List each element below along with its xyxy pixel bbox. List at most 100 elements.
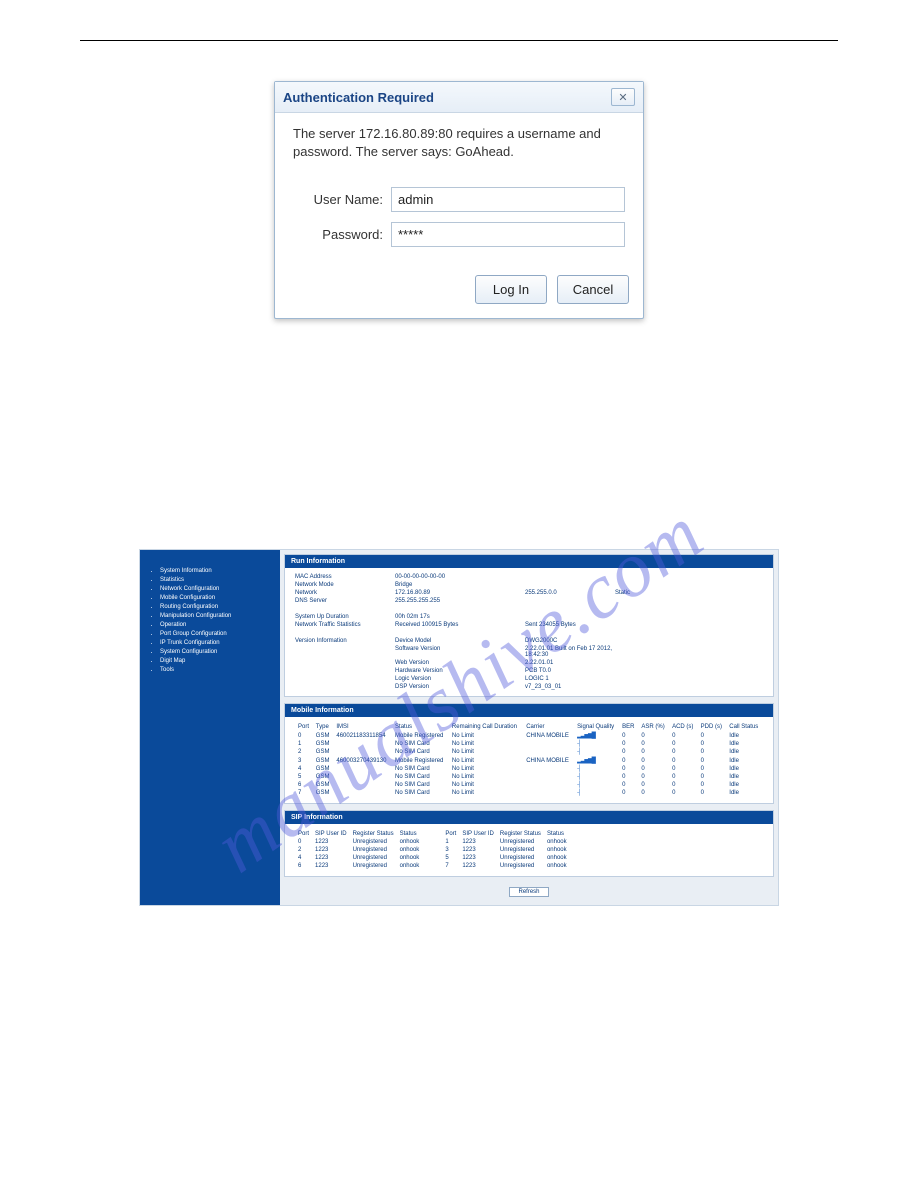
- run-label: [295, 660, 395, 666]
- mobile-cell: GSM: [313, 781, 334, 789]
- sip-header: Status: [544, 830, 570, 838]
- table-row: 1GSMNo SIM CardNo Limit┤0000Idle: [295, 740, 763, 748]
- close-icon[interactable]: ✕: [611, 88, 635, 106]
- mobile-cell: [333, 748, 392, 756]
- table-row: 41223Unregisteredonhook: [295, 854, 422, 862]
- sidebar-item[interactable]: Operation: [160, 622, 270, 628]
- run-value: 2.22.01.01 Built on Feb 17 2012, 18:42:3…: [525, 646, 615, 658]
- mobile-cell: Idle: [726, 789, 763, 797]
- run-value: Static: [615, 590, 685, 596]
- mobile-info-table: PortTypeIMSIStatusRemaining Call Duratio…: [295, 723, 763, 797]
- mobile-cell: ┤: [574, 789, 619, 797]
- horizontal-rule: [80, 40, 838, 41]
- mobile-cell: 7: [295, 789, 313, 797]
- sip-cell: 1: [442, 838, 459, 846]
- sip-cell: onhook: [544, 846, 570, 854]
- sip-header: Register Status: [350, 830, 397, 838]
- mobile-cell: No SIM Card: [392, 765, 449, 773]
- sidebar-item[interactable]: Digit Map: [160, 658, 270, 664]
- run-value: 00-00-00-00-00-00: [395, 574, 525, 580]
- mobile-cell: No Limit: [449, 781, 523, 789]
- mobile-cell: [523, 789, 574, 797]
- mobile-cell: 0: [619, 756, 638, 765]
- mobile-cell: [333, 765, 392, 773]
- login-button[interactable]: Log In: [475, 275, 547, 304]
- sip-cell: Unregistered: [497, 838, 544, 846]
- sip-cell: onhook: [544, 862, 570, 870]
- mobile-cell: 0: [638, 781, 669, 789]
- mobile-cell: Idle: [726, 756, 763, 765]
- sip-cell: onhook: [544, 838, 570, 846]
- run-value: [525, 598, 615, 604]
- mobile-cell: 2: [295, 748, 313, 756]
- sip-header: Register Status: [497, 830, 544, 838]
- mobile-cell: ▂▃▅▆█: [574, 731, 619, 740]
- sidebar-item[interactable]: Port Group Configuration: [160, 631, 270, 637]
- cancel-button[interactable]: Cancel: [557, 275, 629, 304]
- sidebar-item[interactable]: Network Configuration: [160, 586, 270, 592]
- sip-cell: Unregistered: [350, 846, 397, 854]
- sip-cell: onhook: [544, 854, 570, 862]
- run-value: [615, 614, 685, 620]
- sip-header: Port: [295, 830, 312, 838]
- mobile-cell: [333, 740, 392, 748]
- table-row: 0GSM460021183311854Mobile RegisteredNo L…: [295, 731, 763, 740]
- run-value: [615, 668, 685, 674]
- sip-cell: Unregistered: [497, 846, 544, 854]
- sidebar-item[interactable]: IP Trunk Configuration: [160, 640, 270, 646]
- mobile-cell: No SIM Card: [392, 740, 449, 748]
- sip-cell: 2: [295, 846, 312, 854]
- table-row: 6GSMNo SIM CardNo Limit┤0000Idle: [295, 781, 763, 789]
- mobile-cell: CHINA MOBILE: [523, 756, 574, 765]
- mobile-cell: Idle: [726, 781, 763, 789]
- sidebar-item[interactable]: Tools: [160, 667, 270, 673]
- run-value: 255.255.255.255: [395, 598, 525, 604]
- mobile-cell: 0: [638, 773, 669, 781]
- sidebar-item[interactable]: Manipulation Configuration: [160, 613, 270, 619]
- sip-cell: 7: [442, 862, 459, 870]
- password-input[interactable]: [391, 222, 625, 247]
- mobile-cell: [333, 773, 392, 781]
- sidebar-item[interactable]: Routing Configuration: [160, 604, 270, 610]
- mobile-cell: 0: [669, 781, 698, 789]
- mobile-cell: 0: [619, 740, 638, 748]
- run-value: [525, 582, 615, 588]
- sidebar-item[interactable]: System Information: [160, 568, 270, 574]
- sip-header: Port: [442, 830, 459, 838]
- run-info-panel: Run Information MAC Address00-00-00-00-0…: [284, 554, 774, 697]
- sip-header: SIP User ID: [459, 830, 497, 838]
- sip-header: Status: [397, 830, 423, 838]
- mobile-cell: 0: [698, 740, 727, 748]
- mobile-cell: GSM: [313, 740, 334, 748]
- mobile-cell: 0: [669, 731, 698, 740]
- mobile-cell: ┤: [574, 740, 619, 748]
- sidebar-item[interactable]: Statistics: [160, 577, 270, 583]
- sip-cell: 4: [295, 854, 312, 862]
- username-label: User Name:: [293, 192, 383, 207]
- sip-cell: onhook: [397, 854, 423, 862]
- sidebar-item[interactable]: System Configuration: [160, 649, 270, 655]
- mobile-cell: 0: [638, 789, 669, 797]
- mobile-cell: 0: [638, 748, 669, 756]
- run-value: [615, 582, 685, 588]
- run-value: [615, 638, 685, 644]
- admin-page: System Information Statistics Network Conf…: [139, 549, 779, 906]
- mobile-cell: GSM: [313, 748, 334, 756]
- run-value: Sent 234055 Bytes: [525, 622, 615, 628]
- username-input[interactable]: [391, 187, 625, 212]
- sip-cell: Unregistered: [350, 854, 397, 862]
- sip-cell: Unregistered: [497, 862, 544, 870]
- mobile-cell: [523, 748, 574, 756]
- mobile-cell: 0: [619, 765, 638, 773]
- sidebar-item[interactable]: Mobile Configuration: [160, 595, 270, 601]
- run-value: v7_23_03_01: [525, 684, 615, 690]
- mobile-cell: 0: [698, 781, 727, 789]
- main-content: Run Information MAC Address00-00-00-00-0…: [280, 550, 778, 905]
- refresh-button[interactable]: Refresh: [509, 887, 548, 897]
- table-row: 01223Unregisteredonhook: [295, 838, 422, 846]
- mobile-info-panel: Mobile Information PortTypeIMSIStatusRem…: [284, 703, 774, 804]
- run-value: [525, 574, 615, 580]
- run-label: [295, 668, 395, 674]
- mobile-cell: [523, 740, 574, 748]
- mobile-cell: 0: [669, 773, 698, 781]
